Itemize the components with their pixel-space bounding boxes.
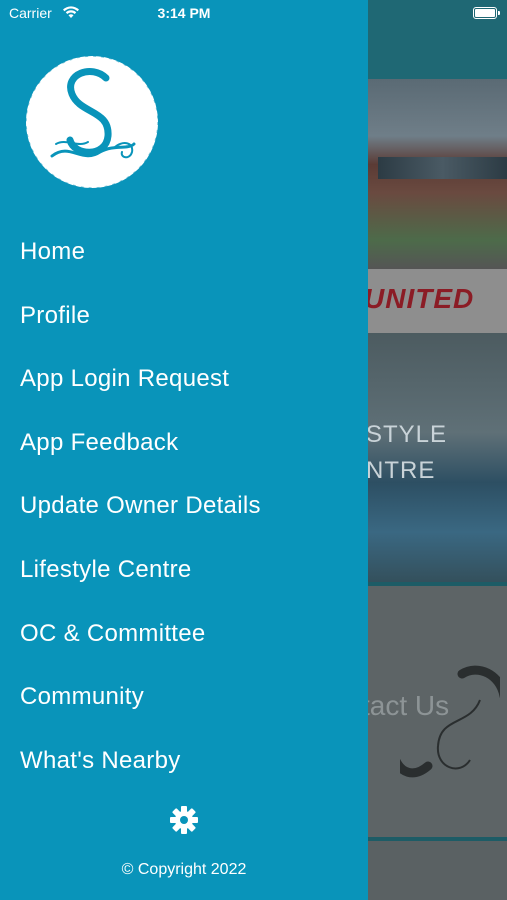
contact-us-text: tact Us [368, 690, 450, 721]
menu-item-whats-nearby[interactable]: What's Nearby [0, 729, 368, 793]
s-monogram-logo [25, 55, 159, 189]
tile2-line-1: STYLE [368, 421, 448, 448]
background-screen[interactable]: UNITED STYLE NTRE tact Us [368, 0, 507, 900]
menu-item-profile[interactable]: Profile [0, 284, 368, 348]
gear-icon[interactable] [168, 804, 200, 836]
menu-item-app-feedback[interactable]: App Feedback [0, 411, 368, 475]
side-drawer: Home Profile App Login Request App Feedb… [0, 0, 368, 900]
banner-text: UNITED [368, 283, 475, 314]
lifestyle-centre-tile[interactable]: STYLE NTRE [368, 333, 507, 582]
contact-us-tile[interactable]: tact Us [368, 586, 507, 837]
copyright-text: © Copyright 2022 [121, 861, 247, 878]
building-windows [378, 157, 507, 179]
status-bar: Carrier 3:14 PM [0, 0, 507, 28]
background-bottom-tile [368, 841, 507, 900]
menu-item-community[interactable]: Community [0, 665, 368, 729]
menu-item-home[interactable]: Home [0, 220, 368, 284]
drawer-menu: Home Profile App Login Request App Feedb… [0, 220, 368, 792]
status-time: 3:14 PM [157, 5, 211, 21]
menu-item-oc-committee[interactable]: OC & Committee [0, 602, 368, 666]
battery-icon [473, 7, 500, 19]
united-banner: UNITED [368, 269, 507, 333]
menu-item-app-login-request[interactable]: App Login Request [0, 347, 368, 411]
menu-item-update-owner-details[interactable]: Update Owner Details [0, 474, 368, 538]
menu-item-lifestyle-centre[interactable]: Lifestyle Centre [0, 538, 368, 602]
building-tile[interactable] [368, 79, 507, 269]
tile2-line-2: NTRE [368, 457, 436, 484]
